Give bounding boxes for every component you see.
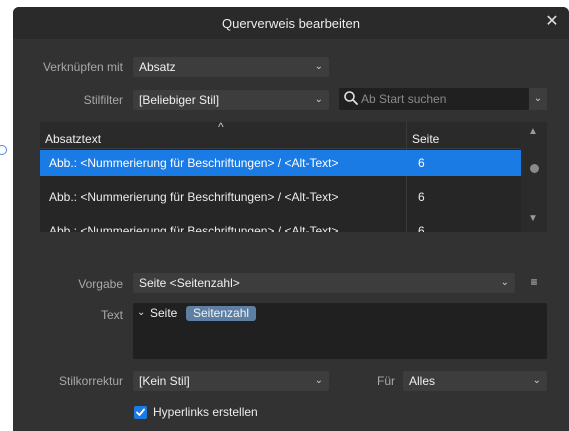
preset-label: Vorgabe bbox=[78, 277, 123, 291]
preset-dropdown[interactable]: Seite <Seitenzahl> ⌄ bbox=[133, 273, 515, 293]
column-divider bbox=[406, 122, 407, 232]
row-page: 6 bbox=[418, 190, 425, 204]
search-options-chevron-icon[interactable]: ⌄ bbox=[529, 88, 547, 110]
table-row[interactable]: Abb.: <Nummerierung für Beschriftungen> … bbox=[40, 150, 521, 176]
style-filter-value: [Beliebiger Stil] bbox=[139, 93, 220, 107]
style-correction-label: Stilkorrektur bbox=[58, 374, 123, 388]
hyperlinks-label[interactable]: Hyperlinks erstellen bbox=[153, 405, 258, 419]
chevron-down-icon: ⌄ bbox=[314, 94, 323, 105]
table-row[interactable]: Abb.: <Nummerierung für Beschriftungen> … bbox=[40, 184, 521, 210]
chevron-down-icon: ⌄ bbox=[532, 375, 541, 386]
row-page: 6 bbox=[418, 156, 425, 170]
chevron-down-icon: ⌄ bbox=[500, 277, 509, 288]
for-dropdown[interactable]: Alles ⌄ bbox=[403, 371, 547, 391]
style-correction-value: [Kein Stil] bbox=[139, 374, 190, 388]
link-with-dropdown[interactable]: Absatz ⌄ bbox=[133, 57, 329, 77]
table-scrollbar[interactable]: ▲ ▼ bbox=[521, 122, 547, 232]
scroll-up-icon[interactable]: ▲ bbox=[528, 126, 538, 137]
text-field[interactable]: ⌄ Seite Seitenzahl bbox=[133, 303, 547, 359]
search-icon bbox=[344, 91, 358, 105]
close-icon[interactable]: ✕ bbox=[543, 13, 561, 31]
sort-caret-icon[interactable]: ^ bbox=[218, 122, 224, 134]
dialog-title: Querverweis bearbeiten bbox=[221, 16, 361, 31]
chevron-down-icon[interactable]: ⌄ bbox=[137, 307, 145, 318]
list-icon[interactable]: ≡ bbox=[525, 273, 543, 291]
chevron-down-icon: ⌄ bbox=[314, 61, 323, 72]
canvas-anchor-handle bbox=[0, 145, 7, 155]
row-text: Abb.: <Nummerierung für Beschriftungen> … bbox=[49, 190, 339, 204]
preset-value: Seite <Seitenzahl> bbox=[139, 276, 240, 290]
hyperlinks-checkbox[interactable] bbox=[134, 406, 147, 419]
scroll-thumb[interactable] bbox=[530, 164, 539, 173]
style-filter-label: Stilfilter bbox=[83, 93, 123, 107]
link-with-value: Absatz bbox=[139, 60, 176, 74]
search-field[interactable] bbox=[339, 88, 529, 110]
edit-cross-reference-dialog: Querverweis bearbeiten ✕ Verknüpfen mit … bbox=[13, 7, 569, 431]
scroll-down-icon[interactable]: ▼ bbox=[528, 213, 538, 224]
search-input[interactable] bbox=[361, 90, 521, 108]
table-row[interactable]: Abb.: <Nummerierung für Beschriftungen> … bbox=[40, 218, 521, 232]
row-page: 6 bbox=[418, 224, 425, 232]
for-label: Für bbox=[377, 374, 395, 388]
for-value: Alles bbox=[409, 374, 436, 388]
column-header-paragraph-text[interactable]: Absatztext bbox=[45, 132, 101, 146]
chevron-down-icon: ⌄ bbox=[314, 375, 323, 386]
text-word: Seite bbox=[150, 306, 178, 320]
page-number-token[interactable]: Seitenzahl bbox=[186, 306, 257, 321]
text-label: Text bbox=[100, 308, 123, 322]
titlebar: Querverweis bearbeiten ✕ bbox=[13, 7, 569, 39]
style-filter-dropdown[interactable]: [Beliebiger Stil] ⌄ bbox=[133, 90, 329, 110]
style-correction-dropdown[interactable]: [Kein Stil] ⌄ bbox=[133, 371, 329, 391]
row-text: Abb.: <Nummerierung für Beschriftungen> … bbox=[49, 224, 339, 232]
paragraph-table: ^ Absatztext Seite Abb.: <Nummerierung f… bbox=[40, 122, 547, 232]
checkmark-icon bbox=[136, 408, 145, 416]
row-text: Abb.: <Nummerierung für Beschriftungen> … bbox=[49, 156, 339, 170]
column-header-page[interactable]: Seite bbox=[412, 132, 439, 146]
link-with-label: Verknüpfen mit bbox=[42, 60, 123, 74]
table-header: ^ Absatztext Seite bbox=[40, 122, 521, 149]
